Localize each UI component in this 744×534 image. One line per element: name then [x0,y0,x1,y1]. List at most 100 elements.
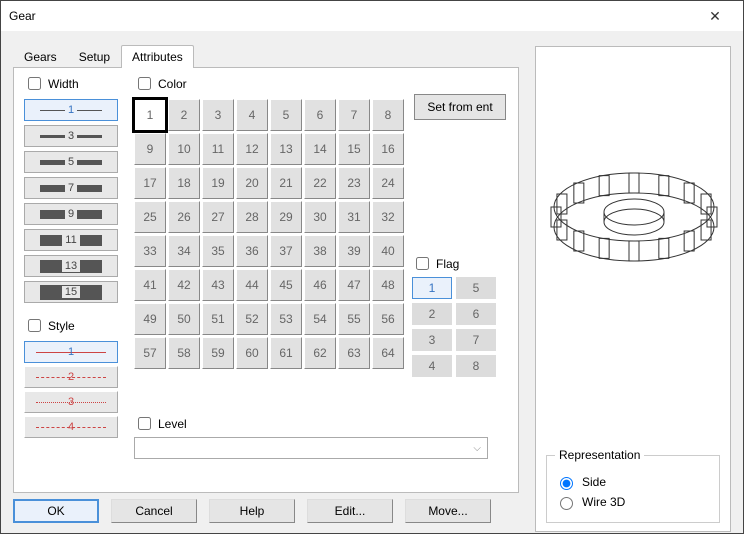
color-cell-23[interactable]: 23 [338,167,370,199]
color-cell-22[interactable]: 22 [304,167,336,199]
color-cell-34[interactable]: 34 [168,235,200,267]
flag-cell-1[interactable]: 1 [412,277,452,299]
tab-gears[interactable]: Gears [13,45,68,68]
color-cell-35[interactable]: 35 [202,235,234,267]
color-cell-50[interactable]: 50 [168,303,200,335]
flag-cell-6[interactable]: 6 [456,303,496,325]
radio-wire3d[interactable]: Wire 3D [555,494,711,510]
tab-setup[interactable]: Setup [68,45,121,68]
color-cell-36[interactable]: 36 [236,235,268,267]
width-checkbox-input[interactable] [28,77,41,90]
color-cell-51[interactable]: 51 [202,303,234,335]
flag-cell-4[interactable]: 4 [412,355,452,377]
flag-cell-2[interactable]: 2 [412,303,452,325]
color-cell-56[interactable]: 56 [372,303,404,335]
color-cell-40[interactable]: 40 [372,235,404,267]
color-cell-14[interactable]: 14 [304,133,336,165]
level-checkbox-input[interactable] [138,417,151,430]
tab-attributes[interactable]: Attributes [121,45,194,68]
color-cell-3[interactable]: 3 [202,99,234,131]
color-cell-43[interactable]: 43 [202,269,234,301]
set-from-ent-button[interactable]: Set from ent [414,94,506,120]
style-swatch-3[interactable]: 3 [24,391,118,413]
color-cell-18[interactable]: 18 [168,167,200,199]
cancel-button[interactable]: Cancel [111,499,197,523]
help-button[interactable]: Help [209,499,295,523]
color-cell-39[interactable]: 39 [338,235,370,267]
color-cell-10[interactable]: 10 [168,133,200,165]
style-swatch-4[interactable]: 4 [24,416,118,438]
flag-cell-8[interactable]: 8 [456,355,496,377]
move-button[interactable]: Move... [405,499,491,523]
width-swatch-5[interactable]: 5 [24,151,118,173]
color-cell-52[interactable]: 52 [236,303,268,335]
color-cell-8[interactable]: 8 [372,99,404,131]
color-cell-6[interactable]: 6 [304,99,336,131]
width-swatch-9[interactable]: 9 [24,203,118,225]
color-cell-55[interactable]: 55 [338,303,370,335]
edit-button[interactable]: Edit... [307,499,393,523]
radio-side[interactable]: Side [555,474,711,490]
color-cell-27[interactable]: 27 [202,201,234,233]
color-cell-19[interactable]: 19 [202,167,234,199]
color-cell-1[interactable]: 1 [134,99,166,131]
style-checkbox-input[interactable] [28,319,41,332]
radio-wire3d-input[interactable] [560,497,573,510]
style-swatch-2[interactable]: 2 [24,366,118,388]
color-cell-61[interactable]: 61 [270,337,302,369]
color-cell-9[interactable]: 9 [134,133,166,165]
color-cell-54[interactable]: 54 [304,303,336,335]
color-cell-16[interactable]: 16 [372,133,404,165]
color-cell-12[interactable]: 12 [236,133,268,165]
color-cell-62[interactable]: 62 [304,337,336,369]
color-cell-13[interactable]: 13 [270,133,302,165]
ok-button[interactable]: OK [13,499,99,523]
color-cell-57[interactable]: 57 [134,337,166,369]
width-swatch-1[interactable]: 1 [24,99,118,121]
level-checkbox[interactable]: Level [134,414,187,433]
color-cell-5[interactable]: 5 [270,99,302,131]
color-cell-29[interactable]: 29 [270,201,302,233]
width-swatch-13[interactable]: 13 [24,255,118,277]
color-cell-28[interactable]: 28 [236,201,268,233]
color-cell-60[interactable]: 60 [236,337,268,369]
color-cell-20[interactable]: 20 [236,167,268,199]
color-checkbox-input[interactable] [138,77,151,90]
color-cell-63[interactable]: 63 [338,337,370,369]
color-cell-42[interactable]: 42 [168,269,200,301]
color-cell-44[interactable]: 44 [236,269,268,301]
flag-checkbox[interactable]: Flag [412,254,459,273]
color-cell-64[interactable]: 64 [372,337,404,369]
flag-cell-3[interactable]: 3 [412,329,452,351]
color-cell-48[interactable]: 48 [372,269,404,301]
color-cell-45[interactable]: 45 [270,269,302,301]
style-swatch-1[interactable]: 1 [24,341,118,363]
color-checkbox[interactable]: Color [134,74,187,93]
width-swatch-15[interactable]: 15 [24,281,118,303]
color-cell-4[interactable]: 4 [236,99,268,131]
color-cell-21[interactable]: 21 [270,167,302,199]
radio-side-input[interactable] [560,477,573,490]
close-icon[interactable]: ✕ [695,8,735,25]
color-cell-37[interactable]: 37 [270,235,302,267]
color-cell-26[interactable]: 26 [168,201,200,233]
color-cell-7[interactable]: 7 [338,99,370,131]
color-cell-15[interactable]: 15 [338,133,370,165]
flag-cell-7[interactable]: 7 [456,329,496,351]
color-cell-30[interactable]: 30 [304,201,336,233]
style-checkbox[interactable]: Style [24,316,75,335]
width-swatch-11[interactable]: 11 [24,229,118,251]
color-cell-25[interactable]: 25 [134,201,166,233]
color-cell-2[interactable]: 2 [168,99,200,131]
width-swatch-7[interactable]: 7 [24,177,118,199]
width-swatch-3[interactable]: 3 [24,125,118,147]
color-cell-24[interactable]: 24 [372,167,404,199]
color-cell-47[interactable]: 47 [338,269,370,301]
flag-cell-5[interactable]: 5 [456,277,496,299]
color-cell-32[interactable]: 32 [372,201,404,233]
color-cell-49[interactable]: 49 [134,303,166,335]
level-dropdown[interactable]: ⌵ [134,437,488,459]
color-cell-41[interactable]: 41 [134,269,166,301]
color-cell-58[interactable]: 58 [168,337,200,369]
flag-checkbox-input[interactable] [416,257,429,270]
